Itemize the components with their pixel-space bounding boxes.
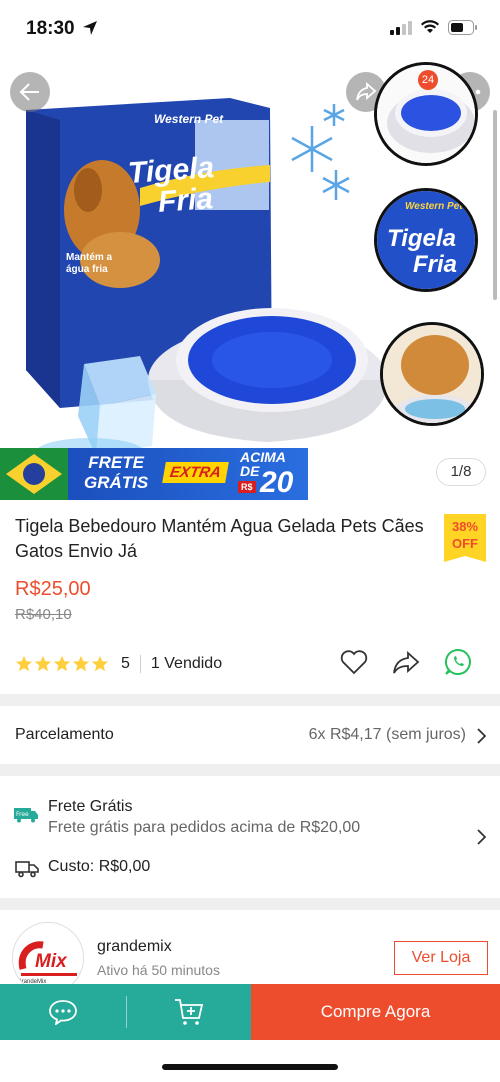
product-title: Tigela Bebedouro Mantém Agua Gelada Pets… — [15, 516, 424, 561]
product-image-gallery[interactable]: Western Pet Tigela Fria Mantém a água fr… — [0, 60, 500, 502]
promo-currency: R$ — [238, 481, 256, 493]
thumbnail-title-2: Fria — [413, 251, 458, 278]
installments-value: 6x R$4,17 (sem juros) — [308, 726, 466, 743]
discount-percent: 38% — [451, 519, 479, 534]
chevron-right-icon — [477, 728, 486, 744]
star-icon — [53, 655, 71, 672]
promo-frete: FRETE GRÁTIS — [84, 453, 148, 493]
original-price: R$40,10 — [15, 606, 72, 623]
price: R$25,00 — [15, 578, 91, 600]
discount-badge: 38% OFF — [444, 514, 486, 562]
cart-count-badge: 24 — [418, 70, 438, 90]
thumbnail-brand: Western Pet — [405, 201, 463, 212]
installments-label: Parcelamento — [15, 726, 114, 743]
discount-off: OFF — [452, 536, 478, 551]
buy-now-button[interactable]: Compre Agora — [251, 984, 500, 1040]
view-shop-button[interactable]: Ver Loja — [394, 941, 488, 975]
image-page-indicator: 1/8 — [436, 458, 486, 486]
promo-amount: 20 — [260, 466, 294, 499]
product-actions — [340, 648, 472, 676]
separator — [139, 655, 141, 673]
heart-icon[interactable] — [340, 649, 368, 675]
promo-acima-1: ACIMA — [240, 449, 286, 465]
add-to-cart-icon — [175, 999, 204, 1025]
chevron-right-icon — [477, 829, 486, 845]
brazil-flag-icon — [0, 448, 68, 500]
add-to-cart-button[interactable] — [127, 984, 251, 1040]
shop-name: grandemix — [97, 938, 172, 955]
section-divider — [0, 898, 500, 910]
section-divider — [0, 694, 500, 706]
box-title-2: Fria — [156, 182, 215, 219]
battery-icon — [448, 20, 477, 35]
share-icon[interactable] — [392, 649, 420, 675]
promo-line1: FRETE — [88, 453, 144, 472]
rating-row[interactable]: 5 1 Vendido — [15, 650, 222, 678]
thumbnail-3[interactable] — [380, 322, 484, 426]
rating-stars — [15, 655, 109, 673]
scroll-indicator — [493, 110, 497, 300]
free-shipping-icon: Free — [14, 808, 38, 823]
promo-line2: GRÁTIS — [84, 473, 149, 492]
star-icon — [91, 655, 109, 672]
chat-button[interactable] — [0, 984, 126, 1040]
cellular-signal-icon — [390, 20, 412, 35]
status-icons — [390, 20, 478, 35]
bottom-action-bar: Compre Agora — [0, 984, 500, 1040]
shipping-section[interactable]: Free Frete Grátis Frete grátis para pedi… — [0, 776, 500, 898]
shipping-subtitle: Frete grátis para pedidos acima de R$20,… — [48, 819, 361, 836]
sold-count: 1 Vendido — [150, 655, 223, 672]
box-brand: Western Pet — [154, 112, 224, 126]
home-area — [0, 1040, 500, 1082]
installments-row[interactable]: Parcelamento 6x R$4,17 (sem juros) — [0, 706, 500, 764]
chat-icon — [49, 1000, 77, 1025]
section-divider — [0, 764, 500, 776]
shop-logo-text: Mix — [35, 951, 67, 972]
star-icon — [15, 655, 33, 672]
free-icon-text: Free — [16, 811, 29, 818]
star-icon — [72, 655, 90, 672]
promo-banner: FRETE GRÁTIS EXTRA ACIMA DE R$ 20 — [0, 448, 308, 500]
box-side-text: Mantém a água fria — [66, 252, 113, 275]
shop-section[interactable]: Mix GrandeMix grandemix Ativo há 50 minu… — [0, 910, 500, 994]
share-icon — [356, 82, 377, 101]
back-button[interactable] — [10, 72, 50, 112]
thumbnail-title-1: Tigela — [387, 225, 456, 252]
status-time: 18:30 — [26, 18, 75, 39]
frete-gratis-block: FRETE GRÁTIS EXTRA ACIMA DE R$ 20 — [68, 448, 308, 500]
promo-extra: EXTRA — [162, 462, 229, 483]
rating-value: 5 — [121, 655, 130, 672]
location-arrow-icon — [83, 21, 97, 35]
shipping-cost: Custo: R$0,00 — [48, 858, 151, 875]
truck-icon — [15, 861, 39, 878]
whatsapp-icon[interactable] — [444, 648, 472, 676]
bottom-bar-separator — [126, 984, 127, 1040]
arrow-left-icon — [19, 83, 39, 101]
thumbnail-2[interactable]: Western Pet Tigela Fria — [374, 188, 478, 292]
status-bar: 18:30 — [0, 0, 500, 60]
wifi-icon — [421, 20, 439, 33]
home-indicator[interactable] — [162, 1064, 338, 1070]
star-icon — [34, 655, 52, 672]
shop-active-status: Ativo há 50 minutos — [97, 962, 220, 978]
shipping-title: Frete Grátis — [48, 798, 133, 815]
